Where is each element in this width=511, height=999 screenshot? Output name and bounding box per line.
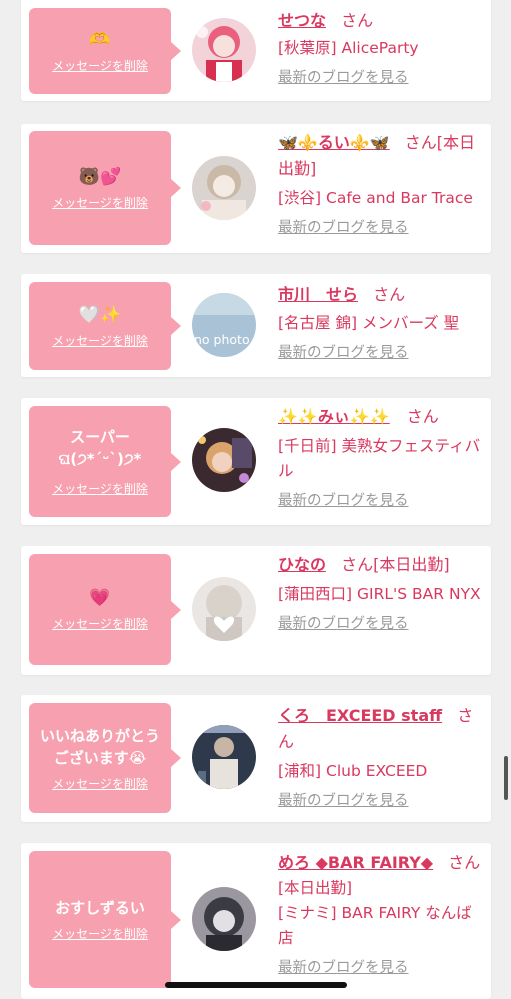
delete-message-link[interactable]: メッセージを削除	[52, 480, 148, 497]
message-text: いいねありがとう ございます😭	[39, 726, 160, 767]
message-text: 🐻💕	[78, 166, 122, 187]
message-bubble: 🤍✨ メッセージを削除	[29, 282, 181, 370]
delete-message-link[interactable]: メッセージを削除	[52, 57, 148, 74]
dark-hair-girl-avatar	[192, 887, 256, 951]
delete-message-link[interactable]: メッセージを削除	[52, 615, 148, 632]
no-photo-label: no photo	[194, 332, 250, 347]
honorific: さん	[406, 407, 439, 426]
latest-blog-link[interactable]: 最新のブログを見る	[278, 790, 409, 812]
message-card: 🐻💕 メッセージを削除 🦋⚜️るい⚜️🦋 さん[本日出勤] [渋谷] Cafe …	[21, 124, 491, 253]
shop-name: [蒲田西口] GIRL'S BAR NYX	[278, 585, 481, 603]
sender-name-link[interactable]: ひなの	[278, 555, 326, 574]
avatar[interactable]	[192, 18, 256, 82]
latest-blog-link[interactable]: 最新のブログを見る	[278, 67, 409, 89]
avatar[interactable]: no photo	[192, 293, 256, 357]
message-bubble: おすしずるい メッセージを削除	[29, 851, 181, 988]
message-card: スーパー ଘ(੭*ˊᵕˋ)੭* メッセージを削除 ✨✨みぃ✨✨ さん [千日前]…	[21, 398, 491, 525]
girl-cosplay-avatar	[192, 18, 256, 82]
sender-info: くろ EXCEED staff さん [浦和] Club EXCEED 最新のブ…	[278, 703, 483, 812]
honorific: さん	[341, 11, 374, 30]
shop-name: [渋谷] Cafe and Bar Trace	[278, 189, 473, 207]
message-card: 🫶 メッセージを削除 せつな さん [秋葉原] AliceParty 最新のブロ…	[21, 0, 491, 101]
message-bubble: 🫶 メッセージを削除	[29, 8, 181, 94]
message-text: おすしずるい	[55, 899, 145, 917]
delete-message-link[interactable]: メッセージを削除	[52, 925, 148, 942]
honorific: さん	[448, 853, 481, 872]
sender-name-link[interactable]: ✨✨みぃ✨✨	[278, 407, 390, 426]
message-bubble: スーパー ଘ(੭*ˊᵕˋ)੭* メッセージを削除	[29, 406, 181, 517]
delete-message-link[interactable]: メッセージを削除	[52, 194, 148, 211]
message-text: 🫶	[89, 29, 111, 50]
shop-name: [浦和] Club EXCEED	[278, 762, 428, 780]
avatar[interactable]	[192, 156, 256, 220]
message-card: 💗 メッセージを削除 ひなの さん[本日出勤] [蒲田西口] GIRL'S BA…	[21, 546, 491, 675]
sender-info: 市川 せら さん [名古屋 錦] メンバーズ 聖 最新のブログを見る	[278, 282, 483, 364]
sender-info: 🦋⚜️るい⚜️🦋 さん[本日出勤] [渋谷] Cafe and Bar Trac…	[278, 130, 483, 239]
shop-name: [秋葉原] AliceParty	[278, 39, 419, 57]
no-photo-avatar: no photo	[192, 293, 256, 357]
sender-info: せつな さん [秋葉原] AliceParty 最新のブログを見る	[278, 8, 483, 89]
honorific: さん[本日出勤]	[341, 555, 450, 574]
woman-selfie-avatar	[192, 428, 256, 492]
man-photo-avatar	[192, 725, 256, 789]
message-bubble: 🐻💕 メッセージを削除	[29, 131, 181, 245]
shop-name: [千日前] 美熟女フェスティバル	[278, 437, 481, 480]
sender-name-link[interactable]: 市川 せら	[278, 285, 358, 304]
sender-name-link[interactable]: 🦋⚜️るい⚜️🦋	[278, 133, 390, 152]
message-text: スーパー ଘ(੭*ˊᵕˋ)੭*	[58, 428, 142, 468]
message-text: 💗	[89, 588, 111, 608]
delete-message-link[interactable]: メッセージを削除	[52, 332, 148, 349]
message-bubble: 💗 メッセージを削除	[29, 554, 181, 665]
message-card: おすしずるい メッセージを削除 めろ ◆BAR FAIRY◆ さん [本日出勤]…	[21, 843, 491, 999]
shop-name: [本日出勤] [ミナミ] BAR FAIRY なんば店	[278, 879, 472, 947]
avatar[interactable]	[192, 725, 256, 789]
latest-blog-link[interactable]: 最新のブログを見る	[278, 342, 409, 364]
sender-info: ✨✨みぃ✨✨ さん [千日前] 美熟女フェスティバル 最新のブログを見る	[278, 404, 483, 512]
avatar[interactable]	[192, 428, 256, 492]
sender-info: ひなの さん[本日出勤] [蒲田西口] GIRL'S BAR NYX 最新のブロ…	[278, 552, 483, 635]
home-indicator[interactable]	[165, 982, 347, 988]
shop-name: [名古屋 錦] メンバーズ 聖	[278, 314, 460, 332]
message-bubble: いいねありがとう ございます😭 メッセージを削除	[29, 703, 181, 813]
message-card: いいねありがとう ございます😭 メッセージを削除 くろ EXCEED staff…	[21, 695, 491, 822]
message-card: 🤍✨ メッセージを削除 no photo 市川 せら さん [名古屋 錦] メン…	[21, 274, 491, 377]
sender-name-link[interactable]: せつな	[278, 11, 326, 30]
sender-info: めろ ◆BAR FAIRY◆ さん [本日出勤] [ミナミ] BAR FAIRY…	[278, 850, 483, 979]
blonde-heart-avatar	[192, 577, 256, 641]
message-text: 🤍✨	[78, 304, 122, 325]
scrollbar[interactable]	[504, 756, 508, 800]
sender-name-link[interactable]: めろ ◆BAR FAIRY◆	[278, 853, 433, 872]
latest-blog-link[interactable]: 最新のブログを見る	[278, 217, 409, 239]
avatar[interactable]	[192, 887, 256, 951]
honorific: さん	[373, 285, 406, 304]
avatar[interactable]	[192, 577, 256, 641]
latest-blog-link[interactable]: 最新のブログを見る	[278, 613, 409, 635]
latest-blog-link[interactable]: 最新のブログを見る	[278, 957, 409, 979]
latest-blog-link[interactable]: 最新のブログを見る	[278, 490, 409, 512]
delete-message-link[interactable]: メッセージを削除	[52, 775, 148, 792]
sender-name-link[interactable]: くろ EXCEED staff	[278, 706, 442, 725]
blonde-girl-avatar	[192, 156, 256, 220]
